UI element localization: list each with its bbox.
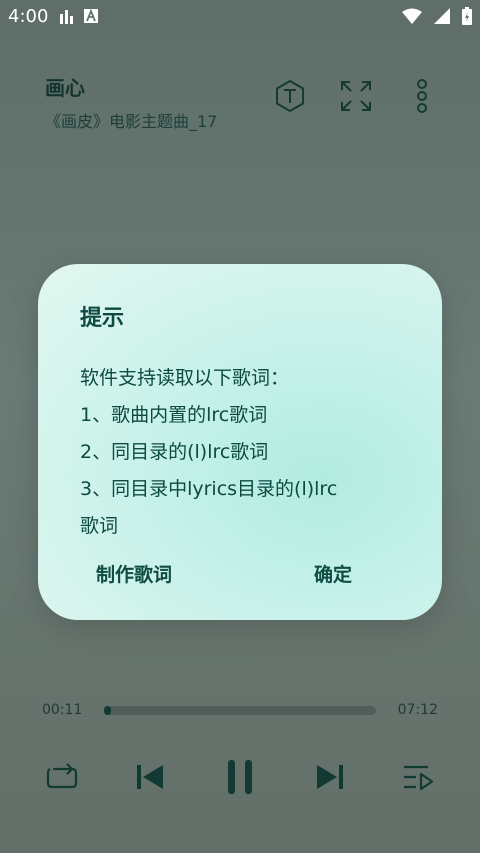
font-a-icon [84, 9, 98, 23]
song-title: 画心 [45, 76, 85, 100]
song-subtitle: 《画皮》电影主题曲_17 [45, 112, 218, 131]
message-line: 3、同目录中lyrics目录的(l)lrc [80, 478, 338, 500]
playlist-button[interactable] [396, 755, 440, 799]
message-line: 2、同目录的(l)lrc歌词 [80, 441, 269, 463]
status-left-icons [60, 8, 98, 24]
fullscreen-button[interactable] [338, 78, 374, 114]
previous-button[interactable] [128, 755, 172, 799]
pause-icon [228, 760, 252, 794]
signal-bars-icon [60, 10, 73, 24]
message-line: 歌词 [80, 515, 119, 537]
more-options-button[interactable] [404, 78, 440, 114]
previous-icon [137, 765, 163, 789]
message-line: 软件支持读取以下歌词： [80, 367, 290, 389]
progress-fill [104, 706, 111, 715]
status-bar: 4:00 [0, 0, 480, 34]
text-t-button[interactable] [272, 78, 308, 114]
confirm-button[interactable]: 确定 [314, 560, 352, 587]
repeat-icon [46, 763, 78, 789]
dialog-message: 软件支持读取以下歌词： 1、歌曲内置的lrc歌词 2、同目录的(l)lrc歌词 … [80, 360, 410, 545]
make-lyrics-button[interactable]: 制作歌词 [96, 560, 172, 587]
next-icon [317, 765, 343, 789]
text-t-icon [276, 79, 304, 113]
status-right-icons [402, 7, 472, 25]
top-actions [272, 78, 440, 114]
pause-button[interactable] [218, 755, 262, 799]
battery-charging-icon [462, 7, 472, 25]
repeat-button[interactable] [40, 755, 84, 799]
current-time: 00:11 [42, 702, 83, 718]
total-time: 07:12 [397, 702, 438, 718]
playback-controls [0, 755, 480, 799]
progress-slider[interactable] [104, 706, 376, 715]
lyrics-tip-dialog: 提示 软件支持读取以下歌词： 1、歌曲内置的lrc歌词 2、同目录的(l)lrc… [38, 264, 442, 620]
song-info: 画心 《画皮》电影主题曲_17 [45, 72, 217, 132]
progress-area: 00:11 07:12 [0, 700, 480, 724]
cell-signal-icon [434, 8, 450, 24]
dialog-title: 提示 [80, 306, 125, 331]
fullscreen-icon [341, 81, 371, 111]
next-button[interactable] [308, 755, 352, 799]
message-line: 1、歌曲内置的lrc歌词 [80, 404, 268, 426]
playlist-icon [404, 765, 434, 790]
wifi-icon [402, 8, 422, 24]
status-time: 4:00 [8, 6, 49, 27]
more-vert-icon [417, 79, 427, 113]
